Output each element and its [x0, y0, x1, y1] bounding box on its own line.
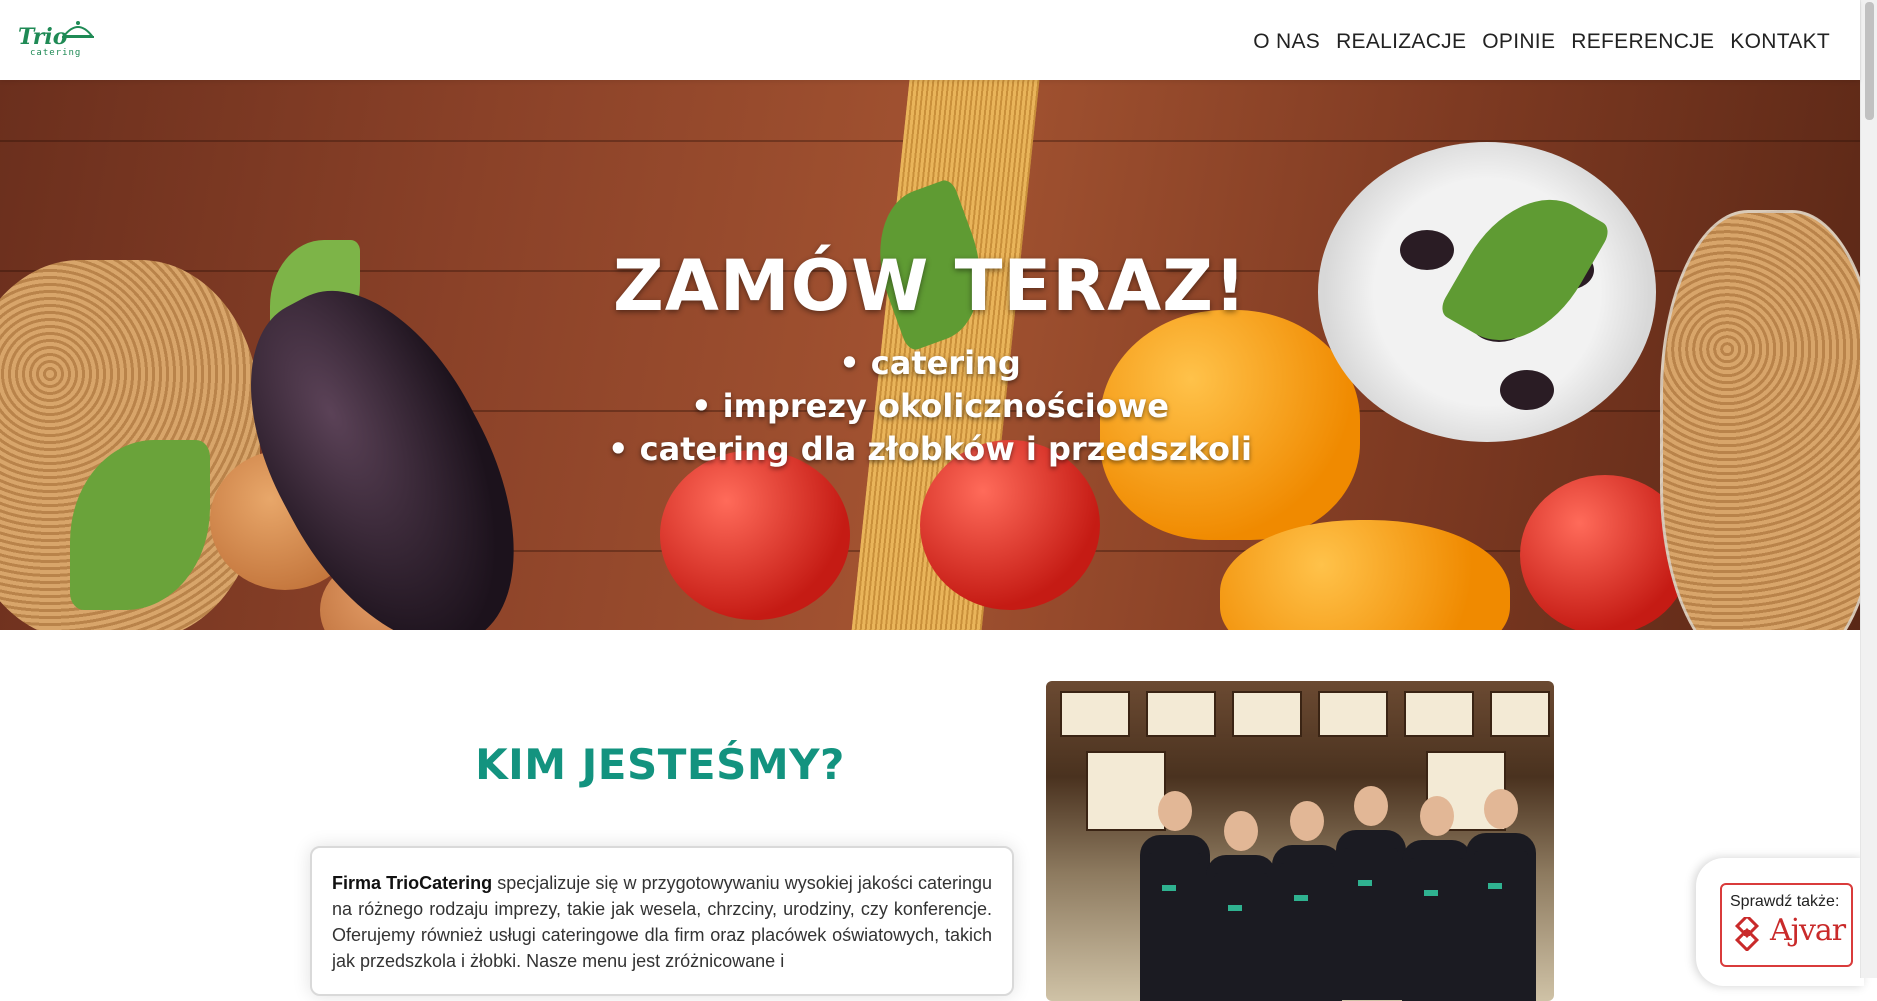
ajvar-badge-box[interactable]: Sprawdź także: Ajvar [1720, 883, 1853, 967]
team-member [1396, 796, 1478, 1001]
window-image [1060, 691, 1130, 737]
hero-title: ZAMÓW TERAZ! [612, 245, 1247, 327]
team-member [1266, 801, 1348, 1001]
window-image [1318, 691, 1388, 737]
hero-line-zlobki: • catering dla złobków i przedszkoli [608, 430, 1252, 468]
about-text: Firma TrioCatering specjalizuje się w pr… [332, 870, 992, 974]
scrollbar-thumb[interactable] [1865, 2, 1874, 120]
hero-line-catering: • catering [839, 344, 1021, 382]
hero-text: ZAMÓW TERAZ! • catering • imprezy okolic… [0, 80, 1860, 630]
nav-item-referencje[interactable]: REFERENCJE [1571, 30, 1714, 54]
about-lead: Firma TrioCatering [332, 873, 493, 893]
team-member [1330, 786, 1412, 1001]
logo[interactable]: Trio catering [16, 18, 95, 64]
about-card: Firma TrioCatering specjalizuje się w pr… [310, 846, 1014, 996]
page-scrollbar[interactable] [1860, 0, 1877, 978]
nav-item-realizacje[interactable]: REALIZACJE [1336, 30, 1466, 54]
ajvar-logo-icon [1734, 917, 1760, 951]
window-image [1404, 691, 1474, 737]
window-image [1490, 691, 1550, 737]
window-image [1232, 691, 1302, 737]
team-member [1200, 811, 1282, 1001]
section-title: KIM JESTEŚMY? [475, 740, 845, 789]
logo-subtitle: catering [30, 48, 82, 58]
nav-item-opinie[interactable]: OPINIE [1482, 30, 1555, 54]
site-header: Trio catering O NAS REALIZACJE OPINIE RE… [0, 0, 1860, 80]
hero-line-imprezy: • imprezy okolicznościowe [691, 387, 1169, 425]
main-nav: O NAS REALIZACJE OPINIE REFERENCJE KONTA… [1253, 30, 1830, 54]
nav-item-o-nas[interactable]: O NAS [1253, 30, 1320, 54]
cloche-icon [61, 21, 95, 38]
team-photo [1046, 681, 1554, 1001]
team-member [1460, 789, 1542, 1001]
hero-banner: ZAMÓW TERAZ! • catering • imprezy okolic… [0, 80, 1860, 630]
ajvar-brand: Ajvar [1770, 913, 1846, 948]
ajvar-badge[interactable]: Sprawdź także: Ajvar [1696, 858, 1864, 986]
window-image [1146, 691, 1216, 737]
ajvar-badge-label: Sprawdź także: [1730, 893, 1840, 910]
team-member [1134, 791, 1216, 1001]
nav-item-kontakt[interactable]: KONTAKT [1730, 30, 1830, 54]
